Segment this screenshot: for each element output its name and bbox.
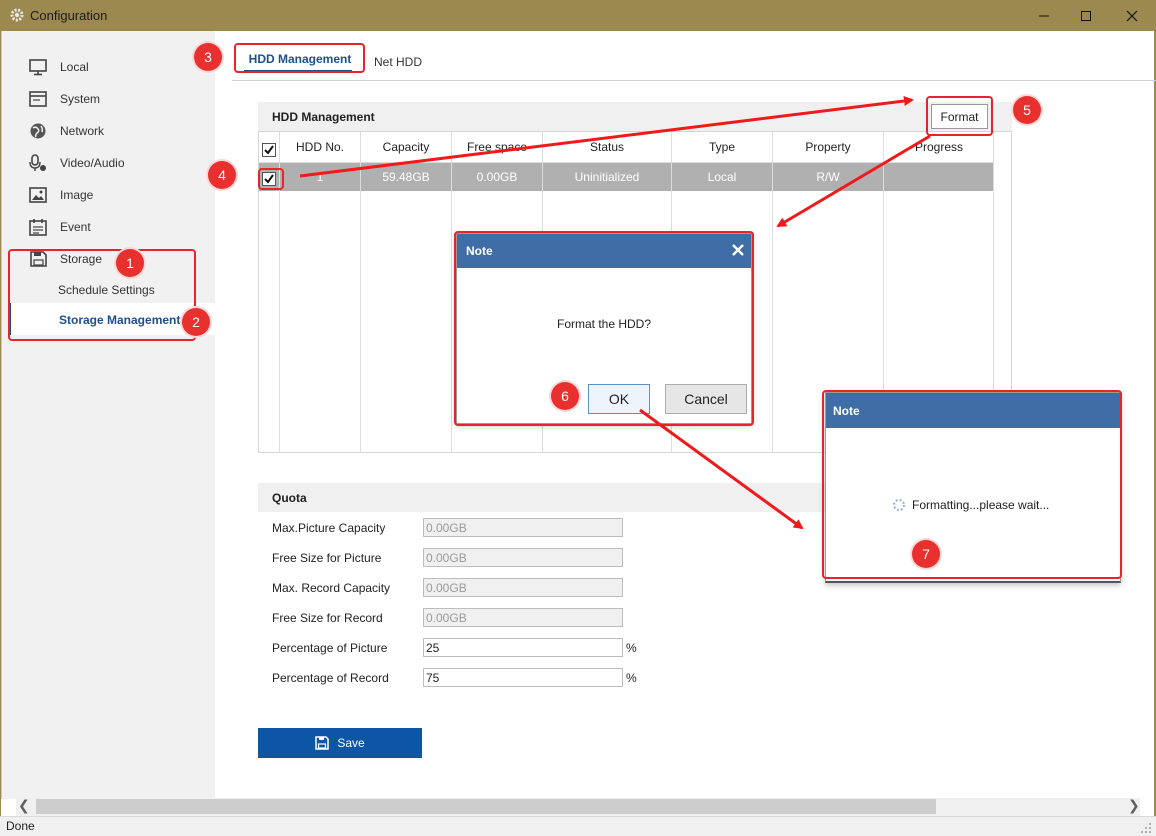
annotation-badge-3: 3 (194, 43, 222, 71)
status-bar (0, 816, 1156, 836)
annotation-arrows (299, 96, 931, 530)
annotation-badge-1: 1 (116, 249, 144, 277)
scrollbar-thumb[interactable] (36, 799, 936, 814)
annotation-badge-7: 7 (912, 540, 940, 568)
annotation-badge-6: 6 (551, 382, 579, 410)
scroll-right-icon[interactable]: ❯ (1128, 797, 1140, 814)
annotation-badge-2: 2 (182, 308, 210, 336)
arrow-checkbox-to-format (299, 96, 914, 178)
annotation-badge-4: 4 (208, 161, 236, 189)
arrow-format-to-dialog (776, 134, 931, 228)
scroll-left-icon[interactable]: ❮ (18, 797, 30, 814)
status-text: Done (6, 819, 35, 833)
annotation-badge-5: 5 (1013, 96, 1041, 124)
arrow-ok-to-progress (639, 408, 804, 530)
resize-grip-icon[interactable] (1140, 822, 1152, 834)
